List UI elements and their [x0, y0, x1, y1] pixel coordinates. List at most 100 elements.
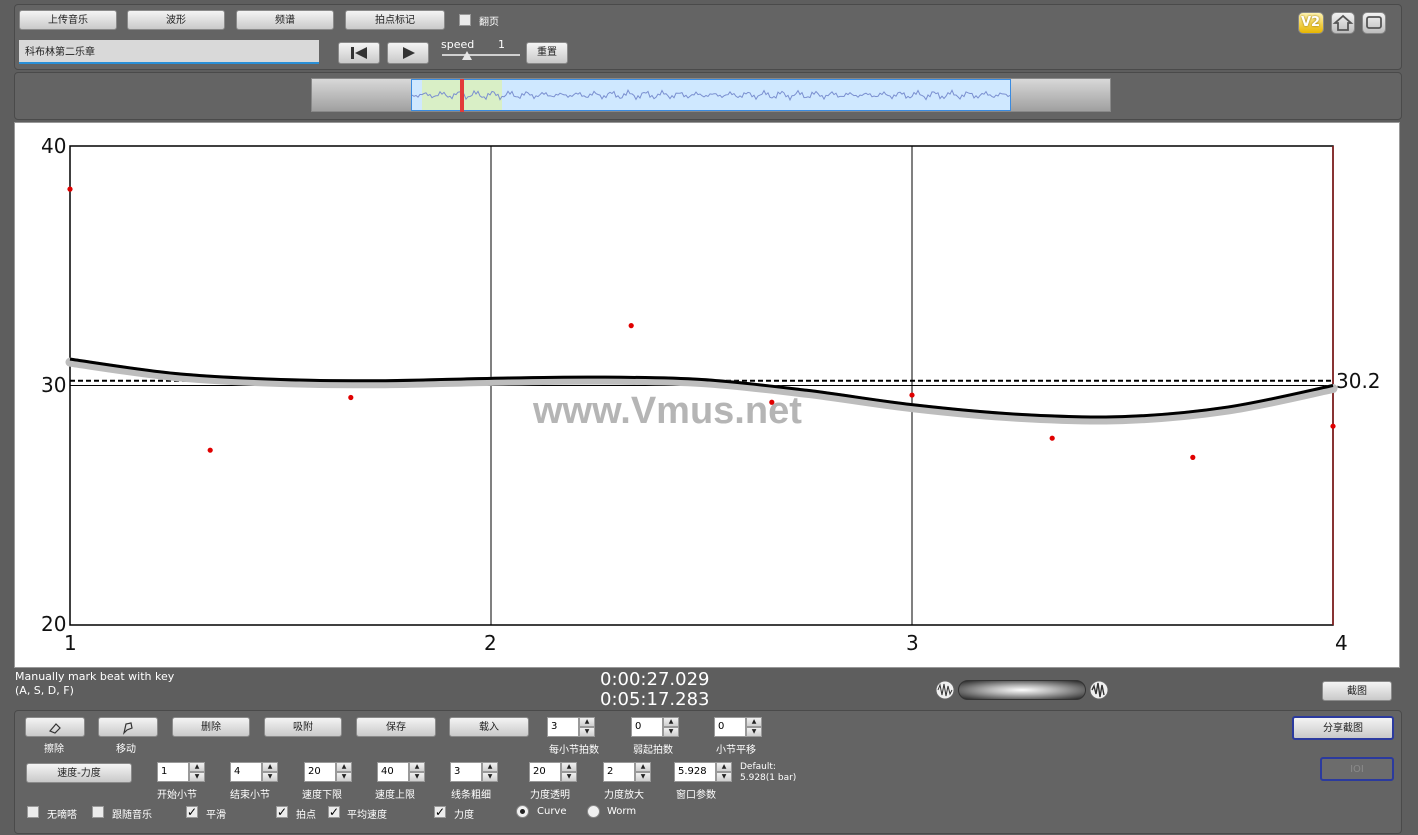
song-title-field[interactable]: 科布林第二乐章: [19, 40, 319, 64]
avg-tempo-checkbox[interactable]: ✓: [328, 806, 340, 818]
line-width-value[interactable]: 3: [450, 762, 482, 782]
default-line-2: 5.928(1 bar): [740, 773, 797, 783]
stepper-down-icon[interactable]: ▼: [746, 727, 762, 737]
avg-tempo-checkbox-label: 平均速度: [347, 810, 387, 821]
page-turn-checkbox[interactable]: [459, 14, 471, 26]
metronome-label: 无嘀嗒: [47, 810, 77, 821]
skip-to-start-icon: [351, 47, 367, 59]
stepper-down-icon[interactable]: ▼: [579, 727, 595, 737]
smooth-label: 平滑: [206, 810, 226, 821]
stepper-down-icon[interactable]: ▼: [262, 772, 278, 782]
play-button[interactable]: [387, 42, 429, 64]
beat-checkbox[interactable]: ✓: [276, 806, 288, 818]
home-icon: [1332, 14, 1354, 31]
stepper-up-icon[interactable]: ▲: [635, 762, 651, 772]
metronome-checkbox[interactable]: [27, 806, 39, 818]
stepper-down-icon[interactable]: ▼: [561, 772, 577, 782]
beat-point-0: [67, 186, 73, 192]
upbeat-stepper[interactable]: 0 ▲ ▼: [631, 717, 679, 737]
x-tick-label-2: 2: [484, 631, 497, 655]
avg-tempo-label: 30.2: [1336, 369, 1381, 393]
hint-line-2: (A, S, D, F): [15, 684, 74, 697]
fullscreen-button[interactable]: [1362, 12, 1386, 34]
curve-radio[interactable]: [516, 805, 529, 818]
stepper-up-icon[interactable]: ▲: [262, 762, 278, 772]
move-tool-button[interactable]: [98, 717, 158, 737]
snap-button[interactable]: 吸附: [264, 717, 342, 737]
stepper-up-icon[interactable]: ▲: [746, 717, 762, 727]
dynamics-checkbox[interactable]: ✓: [434, 806, 446, 818]
stepper-down-icon[interactable]: ▼: [635, 772, 651, 782]
screenshot-button[interactable]: 截图: [1322, 681, 1392, 701]
stepper-down-icon[interactable]: ▼: [409, 772, 425, 782]
volume-slider[interactable]: [958, 680, 1086, 700]
stepper-up-icon[interactable]: ▲: [579, 717, 595, 727]
beats-per-bar-stepper[interactable]: 3 ▲ ▼: [547, 717, 595, 737]
delete-button[interactable]: 删除: [172, 717, 250, 737]
upload-music-button[interactable]: 上传音乐: [19, 10, 117, 30]
bar-shift-stepper[interactable]: 0 ▲ ▼: [714, 717, 762, 737]
waveform-button[interactable]: 波形: [127, 10, 225, 30]
spectrum-button[interactable]: 频谱: [236, 10, 334, 30]
stepper-down-icon[interactable]: ▼: [336, 772, 352, 782]
waveform-trace: [412, 89, 1010, 102]
version-badge[interactable]: V2: [1298, 12, 1324, 34]
home-button[interactable]: [1331, 12, 1355, 34]
stepper-down-icon[interactable]: ▼: [482, 772, 498, 782]
line-width-stepper[interactable]: 3 ▲ ▼: [450, 762, 498, 782]
tempo-max-value[interactable]: 40: [377, 762, 409, 782]
tempo-max-stepper[interactable]: 40 ▲ ▼: [377, 762, 425, 782]
save-button[interactable]: 保存: [356, 717, 436, 737]
worm-radio[interactable]: [587, 805, 600, 818]
stepper-up-icon[interactable]: ▲: [189, 762, 205, 772]
beat-mark-button[interactable]: 拍点标记: [345, 10, 445, 30]
x-tick-label-1: 1: [64, 631, 77, 655]
upbeat-value[interactable]: 0: [631, 717, 663, 737]
dyn-zoom-stepper[interactable]: 2 ▲ ▼: [603, 762, 651, 782]
stepper-down-icon[interactable]: ▼: [663, 727, 679, 737]
follow-music-checkbox[interactable]: [92, 806, 104, 818]
tempo-dynamics-button[interactable]: 速度-力度: [26, 763, 132, 783]
rewind-button[interactable]: [338, 42, 380, 64]
beats-per-bar-value[interactable]: 3: [547, 717, 579, 737]
beat-label: 拍点: [296, 810, 316, 821]
stepper-down-icon[interactable]: ▼: [189, 772, 205, 782]
waveform-toggle-icon[interactable]: [934, 680, 956, 700]
ioi-button[interactable]: IOI: [1320, 757, 1394, 781]
dyn-alpha-value[interactable]: 20: [529, 762, 561, 782]
stepper-up-icon[interactable]: ▲: [663, 717, 679, 727]
dyn-zoom-label: 力度放大: [604, 790, 644, 801]
share-screenshot-button[interactable]: 分享截图: [1292, 716, 1394, 740]
end-bar-stepper[interactable]: 4 ▲ ▼: [230, 762, 278, 782]
reset-button[interactable]: 重置: [526, 42, 568, 64]
load-button[interactable]: 载入: [449, 717, 529, 737]
speed-slider[interactable]: [442, 54, 520, 56]
tempo-min-stepper[interactable]: 20 ▲ ▼: [304, 762, 352, 782]
end-bar-value[interactable]: 4: [230, 762, 262, 782]
stepper-up-icon[interactable]: ▲: [716, 762, 732, 772]
stepper-up-icon[interactable]: ▲: [336, 762, 352, 772]
tempo-min-value[interactable]: 20: [304, 762, 336, 782]
smooth-checkbox[interactable]: ✓: [186, 806, 198, 818]
stepper-up-icon[interactable]: ▲: [482, 762, 498, 772]
stepper-up-icon[interactable]: ▲: [409, 762, 425, 772]
end-bar-label: 结束小节: [230, 790, 270, 801]
dyn-alpha-stepper[interactable]: 20 ▲ ▼: [529, 762, 577, 782]
dyn-zoom-value[interactable]: 2: [603, 762, 635, 782]
stepper-up-icon[interactable]: ▲: [561, 762, 577, 772]
start-bar-value[interactable]: 1: [157, 762, 189, 782]
start-bar-stepper[interactable]: 1 ▲ ▼: [157, 762, 205, 782]
bar-shift-value[interactable]: 0: [714, 717, 746, 737]
window-param-label: 窗口参数: [676, 790, 716, 801]
window-param-value[interactable]: 5.928: [674, 762, 716, 782]
x-tick-label-3: 3: [906, 631, 919, 655]
curve-label: Curve: [537, 806, 567, 817]
erase-tool-button[interactable]: [25, 717, 85, 737]
speed-slider-thumb[interactable]: [462, 51, 472, 60]
playhead-marker[interactable]: [460, 79, 464, 112]
window-param-stepper[interactable]: 5.928 ▲ ▼: [674, 762, 732, 782]
stepper-down-icon[interactable]: ▼: [716, 772, 732, 782]
y-tick-label-20: 20: [41, 612, 67, 636]
start-bar-label: 开始小节: [157, 790, 197, 801]
waveform-loud-icon[interactable]: [1088, 680, 1110, 700]
